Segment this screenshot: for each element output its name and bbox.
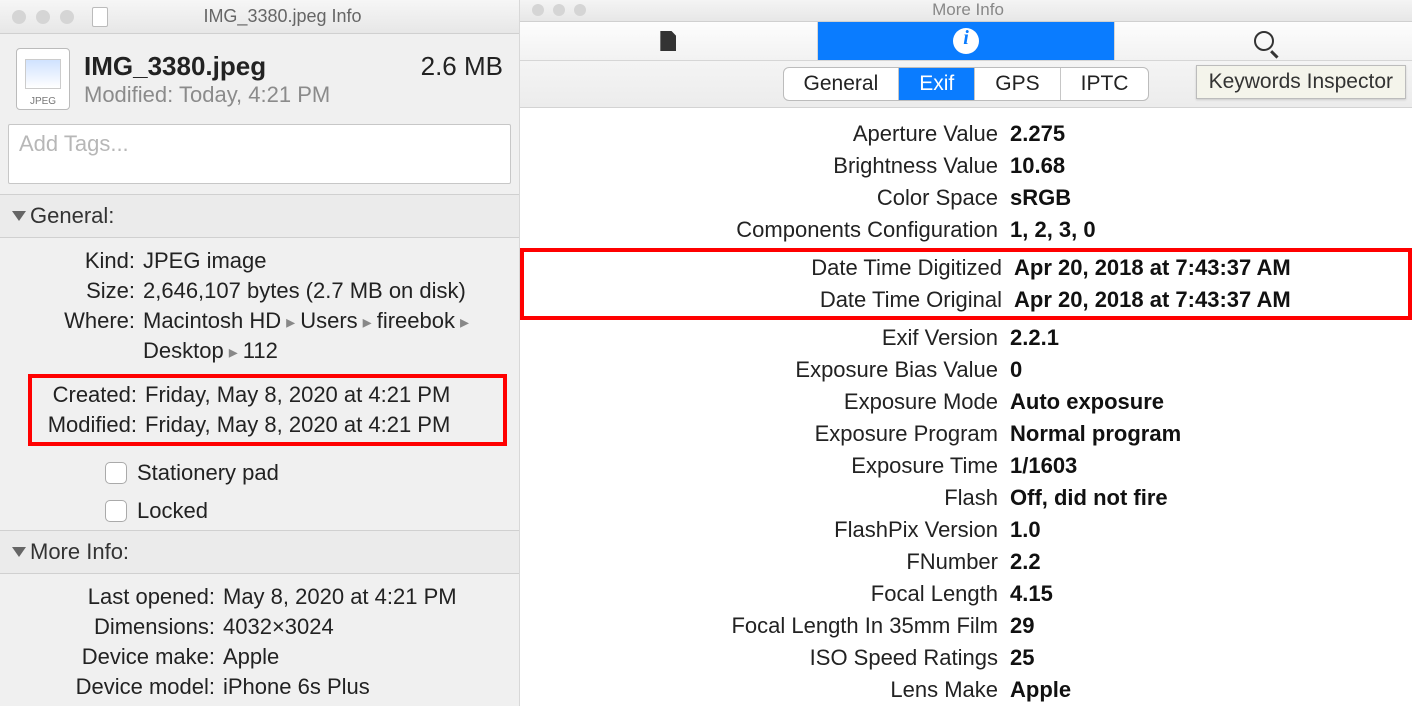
device-model-label: Device model: (0, 674, 215, 700)
inspector-titlebar[interactable]: More Info (520, 0, 1412, 22)
dates-highlight: Created:Friday, May 8, 2020 at 4:21 PM M… (28, 374, 507, 446)
toolbar-info-tab[interactable] (818, 22, 1116, 60)
where-label: Where: (0, 308, 135, 334)
device-model-value: iPhone 6s Plus (223, 674, 370, 700)
exif-dates-highlight: Date Time DigitizedApr 20, 2018 at 7:43:… (520, 248, 1412, 320)
locked-checkbox[interactable]: Locked (0, 492, 519, 530)
close-icon[interactable] (12, 10, 26, 24)
toolbar-search-tab[interactable] (1115, 22, 1412, 60)
tab-general[interactable]: General (784, 68, 900, 100)
tags-input[interactable]: Add Tags... (8, 124, 511, 184)
tab-iptc[interactable]: IPTC (1061, 68, 1149, 100)
metadata-tabs: General Exif GPS IPTC Keywords Inspector (520, 61, 1412, 108)
disclosure-triangle-icon[interactable] (12, 211, 26, 221)
created-value: Friday, May 8, 2020 at 4:21 PM (145, 382, 450, 408)
modified-subtitle: Modified: Today, 4:21 PM (84, 82, 503, 108)
file-thumbnail: JPEG (16, 48, 70, 110)
exif-list: Aperture Value2.275 Brightness Value10.6… (520, 108, 1412, 706)
modified-label: Modified: (2, 412, 137, 438)
general-section-header[interactable]: General: (0, 194, 519, 238)
size-label: Size: (0, 278, 135, 304)
file-size: 2.6 MB (421, 51, 503, 82)
modified-value: Friday, May 8, 2020 at 4:21 PM (145, 412, 450, 438)
document-icon (92, 7, 108, 27)
file-name: IMG_3380.jpeg (84, 51, 266, 82)
disclosure-triangle-icon[interactable] (12, 547, 26, 557)
search-icon (1254, 31, 1274, 51)
info-window-title: IMG_3380.jpeg Info (58, 6, 507, 27)
inspector-toolbar (520, 22, 1412, 61)
file-icon (660, 31, 676, 51)
last-opened-value: May 8, 2020 at 4:21 PM (223, 584, 457, 610)
info-window: IMG_3380.jpeg Info JPEG IMG_3380.jpeg 2.… (0, 0, 520, 706)
toolbar-file-tab[interactable] (520, 22, 818, 60)
moreinfo-section-header[interactable]: More Info: (0, 530, 519, 574)
dimensions-value: 4032×3024 (223, 614, 334, 640)
inspector-window-title: More Info (536, 0, 1400, 20)
inspector-window: More Info General Exif GPS IPTC Keywords… (520, 0, 1412, 706)
info-titlebar[interactable]: IMG_3380.jpeg Info (0, 0, 519, 34)
device-make-value: Apple (223, 644, 279, 670)
kind-label: Kind: (0, 248, 135, 274)
device-make-label: Device make: (0, 644, 215, 670)
minimize-icon[interactable] (36, 10, 50, 24)
created-label: Created: (2, 382, 137, 408)
kind-value: JPEG image (143, 248, 267, 274)
last-opened-label: Last opened: (0, 584, 215, 610)
where-value: Macintosh HDUsersfireebok (143, 308, 469, 334)
info-icon (953, 28, 979, 54)
keywords-inspector-tooltip: Keywords Inspector (1196, 65, 1406, 99)
size-value: 2,646,107 bytes (2.7 MB on disk) (143, 278, 466, 304)
stationery-pad-checkbox[interactable]: Stationery pad (0, 454, 519, 492)
dimensions-label: Dimensions: (0, 614, 215, 640)
tab-gps[interactable]: GPS (975, 68, 1060, 100)
tab-exif[interactable]: Exif (899, 68, 975, 100)
